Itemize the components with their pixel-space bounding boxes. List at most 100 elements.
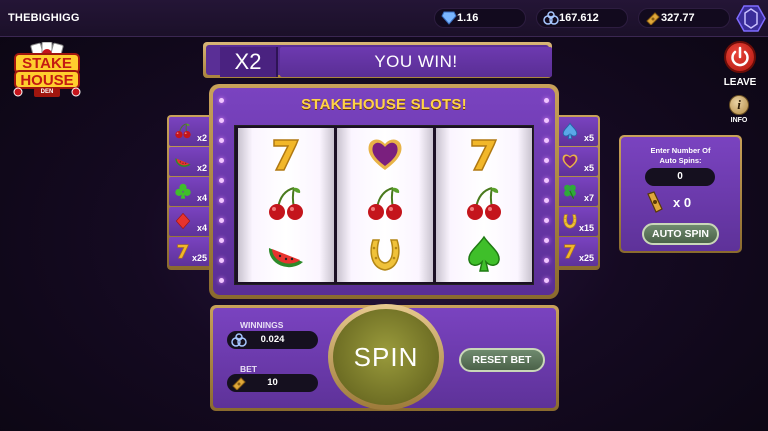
ticket-balance: 327.77 [638,8,730,28]
payout-multiplier: x7 [583,193,594,203]
info-icon: i [737,97,741,112]
logo-line-stake: STAKE [22,55,72,72]
payout-multiplier: x4 [196,193,207,203]
diamond-icon [174,212,192,230]
bet-value: 10 [267,377,278,388]
machine-title: STAKEHOUSE SLOTS! [301,96,467,113]
auto-spin-panel: Enter Number Of Auto Spins: 0 x 0 AUTO S… [619,135,742,253]
ticket-icon [232,377,246,390]
seven-icon [266,134,306,174]
coin-balance: 167.612 [536,8,628,28]
paytable-row: x15 [556,207,598,236]
info-button[interactable]: i [729,95,749,115]
win-multiplier: X2 [220,47,278,77]
leave-button[interactable] [724,41,756,73]
auto-spin-count: x 0 [673,195,692,210]
reset-bet-button[interactable]: RESET BET [459,348,545,372]
payout-multiplier: x2 [196,133,207,143]
cherries-icon [365,184,405,224]
auto-spin-count-input[interactable]: 0 [645,168,715,186]
leave-label: LEAVE [723,77,757,88]
light-dot [219,238,224,243]
auto-spin-button[interactable]: AUTO SPIN [642,223,719,245]
light-dot [544,218,549,223]
paytable-row: x5 [556,117,598,146]
top-bar: THEBIGHIGG 1.16 167.612 327.77 [0,0,768,37]
light-dot [544,178,549,183]
cherries-icon [266,184,306,224]
gem-balance: 1.16 [434,8,526,28]
light-dot [219,218,224,223]
diamond-gem-icon [441,11,457,25]
info-label: INFO [730,117,748,124]
crypto-coin-icon [543,11,559,25]
reel-3 [436,128,532,282]
light-dot [544,278,549,283]
paytable-row: x2 [169,117,211,146]
light-dot [544,98,549,103]
cherries-icon [464,184,504,224]
crypto-coin-icon [231,333,247,347]
light-dot [219,278,224,283]
watermelon-icon [174,152,192,170]
clover-icon [561,182,579,200]
heart-icon [561,152,579,170]
payout-multiplier: x5 [583,163,594,173]
paytable-right: x5 x5 x7 x15 x25 [554,115,600,270]
payout-multiplier: x2 [196,163,207,173]
control-panel-body: WINNINGS 0.024 BET 10 SPIN RESET BET [213,304,556,410]
username: THEBIGHIGG [8,12,80,24]
paytable-row: x25 [556,237,598,266]
paytable-row: x25 [169,237,211,266]
auto-spin-label-line2: Auto Spins: [659,156,702,165]
win-banner-inner: X2 YOU WIN! [206,45,552,77]
win-message: YOU WIN! [280,47,552,77]
horseshoe-icon [365,234,405,274]
spade-icon [561,122,579,140]
auto-spin-label: Enter Number Of Auto Spins: [621,146,740,166]
spin-button[interactable]: SPIN [333,309,439,405]
logo-text: STAKE HOUSE [16,55,78,89]
power-icon [731,46,749,67]
club-icon [174,182,192,200]
light-dot [544,118,549,123]
slot-machine-body: STAKEHOUSE SLOTS! [213,88,555,295]
light-dot [219,178,224,183]
winnings-label: WINNINGS [240,320,284,330]
paytable-row: x5 [556,147,598,176]
payout-multiplier: x5 [583,133,594,143]
coin-balance-value: 167.612 [559,12,599,24]
ticket-icon [646,12,660,25]
seven-icon [464,134,504,174]
heart-icon [365,134,405,174]
winnings-value: 0.024 [260,334,285,345]
logo-line-den: DEN [40,89,54,95]
payout-multiplier: x15 [578,223,594,233]
reel-2 [337,128,433,282]
payout-multiplier: x25 [578,253,594,263]
paytable-row: x4 [169,207,211,236]
hive-logo-icon[interactable] [736,4,766,33]
light-dot [219,118,224,123]
light-dot [219,198,224,203]
light-dot [544,258,549,263]
auto-spin-label-line1: Enter Number Of [650,146,711,155]
paytable-row: x7 [556,177,598,206]
paytable-row: x2 [169,147,211,176]
paytable-row: x4 [169,177,211,206]
light-dot [544,198,549,203]
auto-spin-panel-body: Enter Number Of Auto Spins: 0 x 0 AUTO S… [621,137,740,251]
payout-multiplier: x25 [191,253,207,263]
light-dot [544,238,549,243]
spade-icon [464,234,504,274]
horseshoe-icon [561,212,579,230]
slot-machine: STAKEHOUSE SLOTS! [209,84,559,299]
control-panel: WINNINGS 0.024 BET 10 SPIN RESET BET [210,304,559,411]
ticket-balance-value: 327.77 [661,12,695,24]
light-dot [219,138,224,143]
reel-1 [238,128,334,282]
watermelon-icon [266,234,306,274]
seven-icon [561,242,579,260]
bet-label: BET [240,364,257,374]
light-dot [219,258,224,263]
